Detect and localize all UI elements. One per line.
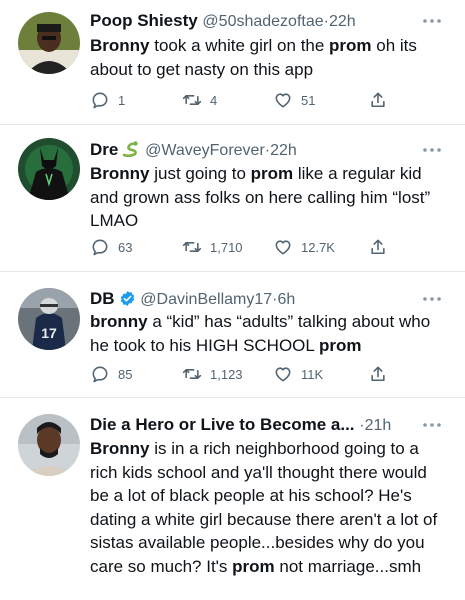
avatar[interactable] bbox=[18, 138, 80, 200]
reply-button[interactable]: 63 bbox=[90, 236, 132, 258]
highlighted-term: prom bbox=[318, 335, 362, 355]
tweet-text-run: not marriage...smh bbox=[274, 556, 422, 576]
display-name[interactable]: Die a Hero or Live to Become a... bbox=[90, 415, 355, 434]
display-name[interactable]: Poop Shiesty bbox=[90, 11, 198, 30]
user-handle[interactable]: @50shadezoftae bbox=[202, 13, 323, 30]
share-button[interactable] bbox=[368, 236, 388, 258]
share-icon bbox=[371, 92, 385, 108]
highlighted-term: prom bbox=[232, 556, 275, 576]
like-button[interactable]: 51 bbox=[273, 89, 315, 111]
tweet-actions: 1 4 51 bbox=[90, 89, 390, 111]
user-handle[interactable]: @WaveyForever bbox=[145, 142, 265, 159]
highlighted-term: prom bbox=[250, 164, 294, 183]
highlighted-term: Bronny bbox=[90, 439, 150, 458]
more-options-icon[interactable] bbox=[421, 17, 443, 25]
highlighted-term: Bronny bbox=[90, 36, 150, 55]
heart-icon bbox=[275, 240, 291, 255]
tweet-header: DB @DavinBellamy17·6h bbox=[90, 287, 425, 311]
avatar[interactable] bbox=[18, 12, 80, 74]
timestamp[interactable]: 22h bbox=[270, 142, 297, 159]
reply-count: 1 bbox=[118, 92, 126, 108]
heart-icon bbox=[275, 93, 291, 108]
retweet-button[interactable]: 1,123 bbox=[182, 363, 243, 385]
share-button[interactable] bbox=[368, 89, 388, 111]
svg-text:17: 17 bbox=[41, 325, 57, 341]
avatar[interactable]: 17 bbox=[18, 288, 80, 350]
reply-button[interactable]: 85 bbox=[90, 363, 132, 385]
display-name[interactable]: DB bbox=[90, 289, 115, 308]
retweet-button[interactable]: 4 bbox=[182, 89, 217, 111]
more-options-icon[interactable] bbox=[421, 295, 443, 303]
tweet-text: bronny a “kid” has “adults” talking abou… bbox=[90, 310, 450, 357]
tweet-text-run: just going to bbox=[149, 164, 251, 183]
tweet-text: Bronny is in a rich neighborhood going t… bbox=[90, 437, 442, 578]
retweet-button[interactable]: 1,710 bbox=[182, 236, 243, 258]
tweet-text-run: is in a rich neighborhood going to a ric… bbox=[90, 439, 438, 576]
retweet-icon bbox=[182, 242, 202, 252]
verified-badge-icon bbox=[120, 291, 134, 306]
more-options-icon[interactable] bbox=[421, 146, 443, 154]
tweet-text: Bronny just going to prom like a regular… bbox=[90, 162, 450, 233]
tweet-actions: 85 1,123 11K bbox=[90, 363, 390, 385]
retweet-icon bbox=[182, 95, 202, 105]
reply-button[interactable]: 1 bbox=[90, 89, 125, 111]
reply-icon bbox=[92, 239, 108, 256]
reply-icon bbox=[92, 366, 108, 383]
reply-count: 85 bbox=[118, 366, 133, 382]
like-count: 12.7K bbox=[301, 239, 335, 255]
tweet-header: Poop Shiesty @50shadezoftae·22h bbox=[90, 9, 425, 33]
share-button[interactable] bbox=[368, 363, 388, 385]
retweet-count: 4 bbox=[210, 92, 218, 108]
tweet-header: Dre @WaveyForever·22h bbox=[90, 138, 425, 162]
retweet-icon bbox=[182, 369, 202, 379]
retweet-count: 1,710 bbox=[210, 239, 243, 255]
heart-icon bbox=[275, 367, 291, 382]
tweet-text: Bronny took a white girl on the prom oh … bbox=[90, 34, 450, 81]
tweet-header: Die a Hero or Live to Become a... ·21h bbox=[90, 413, 425, 437]
highlighted-term: bronny bbox=[90, 312, 148, 331]
timestamp[interactable]: 6h bbox=[277, 291, 295, 308]
display-name[interactable]: Dre bbox=[90, 140, 118, 159]
share-icon bbox=[371, 366, 385, 382]
timestamp[interactable]: 22h bbox=[329, 13, 356, 30]
user-handle[interactable]: @DavinBellamy17 bbox=[140, 291, 272, 308]
snake-icon bbox=[123, 141, 139, 158]
like-button[interactable]: 12.7K bbox=[273, 236, 335, 258]
reply-icon bbox=[92, 92, 108, 109]
tweet-4[interactable]: Die a Hero or Live to Become a... ·21h B… bbox=[0, 398, 465, 600]
share-icon bbox=[371, 239, 385, 255]
tweet-actions: 63 1,710 12.7K bbox=[90, 236, 390, 258]
tweet-text-run: took a white girl on the bbox=[149, 36, 330, 55]
avatar[interactable] bbox=[18, 414, 80, 476]
like-button[interactable]: 11K bbox=[273, 363, 323, 385]
tweet-3[interactable]: 17 DB @DavinBellamy17·6h bronny a “kid” … bbox=[0, 272, 465, 398]
reply-count: 63 bbox=[118, 239, 133, 255]
timestamp[interactable]: 21h bbox=[365, 417, 392, 434]
tweet-2[interactable]: Dre @WaveyForever·22h Bronny just going … bbox=[0, 125, 465, 272]
tweet-1[interactable]: Poop Shiesty @50shadezoftae·22h Bronny t… bbox=[0, 0, 465, 125]
highlighted-term: prom bbox=[329, 36, 372, 55]
highlighted-term: Bronny bbox=[90, 164, 150, 183]
like-count: 11K bbox=[301, 366, 324, 382]
retweet-count: 1,123 bbox=[210, 366, 243, 382]
like-count: 51 bbox=[301, 92, 316, 108]
more-options-icon[interactable] bbox=[421, 421, 443, 429]
